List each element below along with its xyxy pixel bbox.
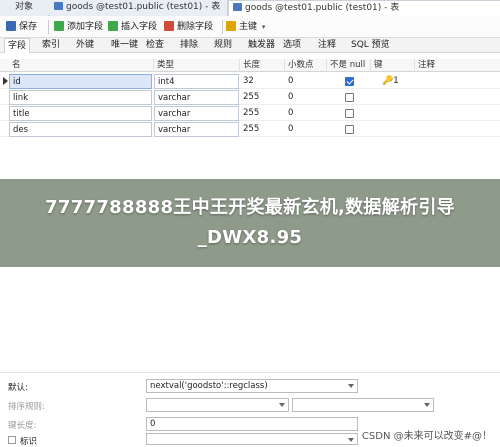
chevron-down-icon — [348, 438, 354, 442]
tab-goods-1[interactable]: goods @test01.public (test01) - 表 — [50, 0, 228, 16]
field-properties-panel: 默认: nextval('goodsto'::regclass) 排序规则: 键… — [0, 372, 500, 447]
column-header-key[interactable]: 键 — [371, 59, 415, 72]
tab-goods-1-label: goods @test01.public (test01) - 表 — [66, 2, 221, 12]
toolbar: 保存 添加字段 插入字段 删除字段 主键 ▾ — [0, 16, 500, 38]
add-field-button[interactable]: 添加字段 — [54, 19, 103, 35]
tab-options[interactable]: 选项 — [283, 38, 301, 53]
tab-unique-keys[interactable]: 唯一键 — [111, 38, 138, 53]
field-type-cell[interactable]: varchar — [154, 122, 239, 137]
primary-key-icon: 🔑1 — [382, 76, 399, 86]
field-scale-cell[interactable]: 0 — [285, 74, 326, 89]
tab-goods-2-label: goods @test01.public (test01) - 表 — [245, 3, 400, 13]
not-null-checkbox[interactable] — [345, 93, 354, 102]
key-length-field[interactable]: 0 — [146, 417, 358, 431]
document-tabbar: 对象 goods @test01.public (test01) - 表 goo… — [0, 0, 500, 16]
field-type-cell[interactable]: varchar — [154, 106, 239, 121]
chevron-down-icon — [279, 403, 285, 407]
table-row[interactable]: id int4 32 0 🔑1 — [0, 74, 500, 89]
not-null-checkbox[interactable] — [345, 125, 354, 134]
toolbar-divider — [48, 20, 49, 34]
fields-grid-header: 名 类型 长度 小数点 不是 null 键 注释 — [0, 59, 500, 72]
table-row[interactable]: title varchar 255 0 — [0, 106, 500, 121]
delete-field-icon — [164, 21, 174, 31]
identity-select[interactable] — [146, 433, 358, 445]
primary-key-button[interactable]: 主键 ▾ — [226, 19, 265, 35]
save-icon — [6, 21, 16, 31]
identity-label: 标识 — [20, 437, 38, 447]
identity-checkbox[interactable] — [8, 436, 16, 444]
designer-tabs: 字段 索引 外键 唯一键 检查 排除 规则 触发器 选项 注释 SQL 预览 — [0, 38, 500, 53]
table-icon — [54, 2, 63, 10]
field-scale-cell[interactable]: 0 — [285, 106, 326, 121]
tab-indexes[interactable]: 索引 — [42, 38, 60, 53]
field-name-cell[interactable]: id — [9, 74, 152, 89]
collation-select[interactable] — [292, 398, 434, 412]
not-null-checkbox[interactable] — [345, 109, 354, 118]
field-scale-cell[interactable]: 0 — [285, 122, 326, 137]
collation-schema-select[interactable] — [146, 398, 289, 412]
tab-comments[interactable]: 注释 — [318, 38, 336, 53]
column-header-length[interactable]: 长度 — [240, 59, 285, 72]
field-name-cell[interactable]: des — [9, 122, 152, 137]
default-value-field[interactable]: nextval('goodsto'::regclass) — [146, 379, 358, 393]
field-type-cell[interactable]: int4 — [154, 74, 239, 89]
column-header-name[interactable]: 名 — [9, 59, 154, 72]
tab-rules[interactable]: 规则 — [214, 38, 232, 53]
field-length-cell[interactable]: 255 — [240, 106, 284, 121]
key-length-value: 0 — [150, 419, 156, 429]
field-length-cell[interactable]: 255 — [240, 122, 284, 137]
not-null-checkbox[interactable] — [345, 77, 354, 86]
delete-field-button[interactable]: 删除字段 — [164, 19, 213, 35]
tab-fields[interactable]: 字段 — [4, 38, 31, 53]
save-label: 保存 — [19, 22, 38, 32]
key-order: 1 — [393, 76, 399, 86]
collation-label: 排序规则: — [8, 402, 45, 412]
key-length-label: 键长度: — [8, 421, 37, 431]
add-field-icon — [54, 21, 64, 31]
save-button[interactable]: 保存 — [6, 19, 37, 35]
add-field-label: 添加字段 — [67, 22, 104, 32]
column-header-not-null[interactable]: 不是 null — [327, 59, 371, 72]
tab-excludes[interactable]: 排除 — [180, 38, 198, 53]
tab-foreign-keys[interactable]: 外键 — [76, 38, 94, 53]
default-value-text: nextval('goodsto'::regclass) — [150, 381, 268, 391]
insert-field-button[interactable]: 插入字段 — [108, 19, 157, 35]
table-row[interactable]: des varchar 255 0 — [0, 122, 500, 137]
field-name-cell[interactable]: link — [9, 90, 152, 105]
current-row-indicator — [3, 77, 8, 85]
column-header-type[interactable]: 类型 — [154, 59, 240, 72]
chevron-down-icon — [424, 403, 430, 407]
delete-field-label: 删除字段 — [177, 22, 214, 32]
field-length-cell[interactable]: 32 — [240, 74, 284, 89]
overlay-banner-text: 7777788888王中王开奖最新玄机,数据解析引导_DWX8.95 — [45, 197, 455, 248]
table-icon — [233, 3, 242, 11]
field-name-cell[interactable]: title — [9, 106, 152, 121]
field-scale-cell[interactable]: 0 — [285, 90, 326, 105]
primary-key-label: 主键 — [239, 22, 258, 32]
field-length-cell[interactable]: 255 — [240, 90, 284, 105]
tab-sql-preview[interactable]: SQL 预览 — [351, 38, 390, 53]
default-label: 默认: — [8, 383, 28, 393]
tab-triggers[interactable]: 触发器 — [248, 38, 275, 53]
watermark: CSDN @未来可以改变#@！ — [361, 431, 492, 442]
column-header-comment[interactable]: 注释 — [415, 59, 500, 72]
insert-field-label: 插入字段 — [121, 22, 158, 32]
chevron-down-icon: ▾ — [261, 23, 266, 31]
column-header-scale[interactable]: 小数点 — [285, 59, 327, 72]
chevron-down-icon — [348, 384, 354, 388]
tab-objects[interactable]: 对象 — [0, 0, 48, 16]
toolbar-divider — [222, 20, 223, 34]
key-icon — [226, 21, 236, 31]
table-row[interactable]: link varchar 255 0 — [0, 90, 500, 105]
overlay-banner: 7777788888王中王开奖最新玄机,数据解析引导_DWX8.95 — [0, 179, 500, 267]
tab-checks[interactable]: 检查 — [146, 38, 164, 53]
insert-field-icon — [108, 21, 118, 31]
field-type-cell[interactable]: varchar — [154, 90, 239, 105]
tab-goods-2[interactable]: goods @test01.public (test01) - 表 — [228, 0, 500, 16]
